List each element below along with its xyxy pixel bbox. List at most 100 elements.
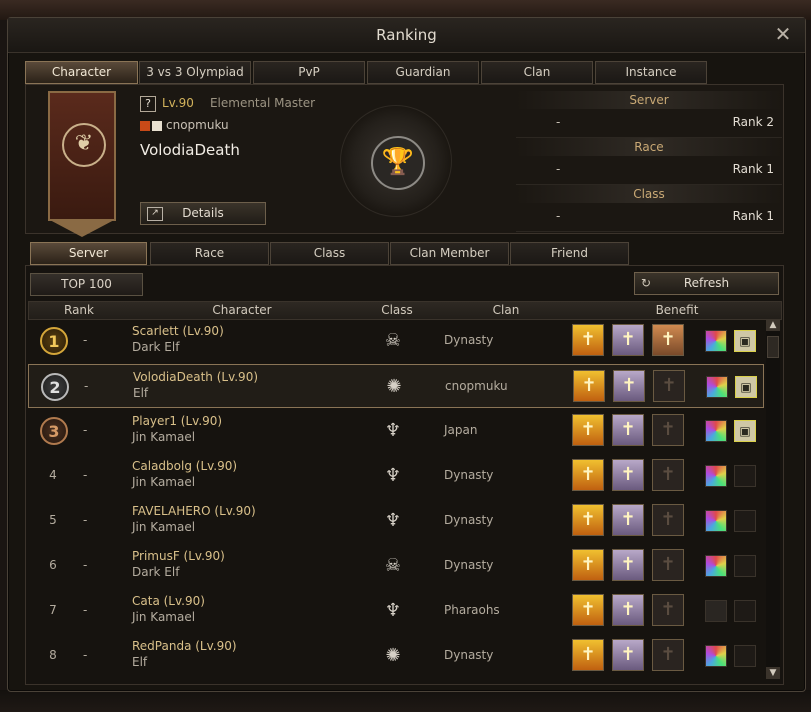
refresh-label: Refresh [683,276,730,290]
tab-character[interactable]: Character [25,61,138,84]
tab-friend[interactable]: Friend [510,242,629,265]
trophy-emblem: 🏆 [340,105,452,217]
table-row[interactable]: 2- VolodiaDeath (Lv.90) Elf ✺ cnopmuku ✝ ✝ ✝ ▣ [28,364,764,408]
ranking-rows: 1- Scarlett (Lv.90) Dark Elf ☠ Dynasty ✝ ✝ ✝ ▣ 2-… [28,319,764,679]
shield-benefit-icon[interactable]: ✝ [652,504,684,536]
demon-crest-icon: ♆ [384,465,402,486]
table-row[interactable]: 4- Caladbolg (Lv.90) Jin Kamael ♆ Dynasty ✝ ✝ ✝ [28,454,764,498]
details-button[interactable]: ↗ Details [140,202,266,225]
shield-benefit-icon[interactable]: ✝ [653,370,685,402]
scroll-down-icon[interactable]: ▼ [766,667,780,679]
gift-box-icon[interactable] [734,465,756,487]
table-row[interactable]: 5- FAVELAHERO (Lv.90) Jin Kamael ♆ Dynasty ✝ ✝… [28,499,764,543]
table-row[interactable]: 8- RedPanda (Lv.90) Elf ✺ Dynasty ✝ ✝ ✝ [28,634,764,678]
sword-benefit-icon[interactable]: ✝ [572,414,604,446]
top100-button[interactable]: TOP 100 [30,273,143,296]
gem-icon[interactable] [705,465,727,487]
tab-class[interactable]: Class [270,242,389,265]
character-name: Scarlett (Lv.90) [132,324,224,338]
sword-benefit-icon[interactable]: ✝ [572,549,604,581]
gem-icon[interactable] [705,420,727,442]
tab-instance[interactable]: Instance [595,61,707,84]
shield-benefit-icon[interactable]: ✝ [652,594,684,626]
sword-benefit-icon[interactable]: ✝ [572,639,604,671]
tab-pvp[interactable]: PvP [253,61,365,84]
gift-box-icon[interactable] [734,645,756,667]
tab-clan-member[interactable]: Clan Member [390,242,509,265]
gift-box-icon[interactable] [734,600,756,622]
shield-benefit-icon[interactable]: ✝ [652,459,684,491]
scroll-up-icon[interactable]: ▲ [766,319,780,331]
table-row[interactable]: 1- Scarlett (Lv.90) Dark Elf ☠ Dynasty ✝ ✝ ✝ ▣ [28,319,764,363]
sword-benefit-icon[interactable]: ✝ [612,639,644,671]
rank-change: - [83,333,88,347]
rank-number: 5 [49,513,57,527]
character-race: Jin Kamael [132,475,196,489]
rank-change: - [83,468,88,482]
gem-icon[interactable] [705,600,727,622]
gem-icon[interactable] [705,645,727,667]
rank-summary: Server - Rank 2 Race - Rank 1 Class - Ra… [516,91,782,232]
gift-box-icon[interactable]: ▣ [735,376,757,398]
profile-clan: cnopmuku [166,118,229,132]
clan-name: Dynasty [444,333,494,347]
gem-icon[interactable] [706,376,728,398]
tab-clan[interactable]: Clan [481,61,593,84]
refresh-button[interactable]: ↻ Refresh [634,272,779,295]
ranking-list-panel: TOP 100 ↻ Refresh Rank Character Class C… [25,265,784,685]
table-row[interactable]: 3- Player1 (Lv.90) Jin Kamael ♆ Japan ✝ ✝ ✝ ▣ [28,409,764,453]
gem-icon[interactable] [705,510,727,532]
gem-icon[interactable] [705,555,727,577]
help-icon[interactable]: ? [140,96,156,112]
sword-benefit-icon[interactable]: ✝ [613,370,645,402]
table-row[interactable]: 7- Cata (Lv.90) Jin Kamael ♆ Pharaohs ✝ ✝ ✝ [28,589,764,633]
table-row[interactable]: 6- PrimusF (Lv.90) Dark Elf ☠ Dynasty ✝ ✝ ✝ [28,544,764,588]
sword-benefit-icon[interactable]: ✝ [612,324,644,356]
tab-race[interactable]: Race [150,242,269,265]
scrollbar[interactable]: ▲ ▼ [766,319,780,679]
col-character: Character [212,303,272,317]
game-hotbar-strip [0,690,811,712]
sword-benefit-icon[interactable]: ✝ [572,324,604,356]
stat-row-server: - Rank 2 [516,109,782,138]
server-rank: Rank 2 [732,115,774,129]
rank-change: - [83,558,88,572]
shield-benefit-icon[interactable]: ✝ [652,639,684,671]
clan-banner: ❦ [48,91,116,237]
tab-olympiad[interactable]: 3 vs 3 Olympiad [139,61,251,84]
gift-box-icon[interactable]: ▣ [734,420,756,442]
close-icon[interactable]: ✕ [773,24,793,44]
race-rank: Rank 1 [732,162,774,176]
character-race: Jin Kamael [132,610,196,624]
sword-benefit-icon[interactable]: ✝ [612,504,644,536]
sword-benefit-icon[interactable]: ✝ [572,504,604,536]
shield-benefit-icon[interactable]: ✝ [652,414,684,446]
sword-benefit-icon[interactable]: ✝ [572,459,604,491]
sword-benefit-icon[interactable]: ✝ [612,594,644,626]
sword-benefit-icon[interactable]: ✝ [612,414,644,446]
gift-box-icon[interactable] [734,510,756,532]
title-bar[interactable]: Ranking ✕ [8,18,805,53]
sword-benefit-icon[interactable]: ✝ [572,594,604,626]
gift-box-icon[interactable] [734,555,756,577]
demon-crest-icon: ♆ [384,420,402,441]
gem-icon[interactable] [705,330,727,352]
clan-name: Japan [444,423,478,437]
shield-benefit-icon[interactable]: ✝ [652,549,684,581]
tab-server[interactable]: Server [30,242,147,265]
sun-crest-icon: ✺ [386,376,402,397]
sword-benefit-icon[interactable]: ✝ [612,549,644,581]
gift-box-icon[interactable]: ▣ [734,330,756,352]
ranking-window: Ranking ✕ Character 3 vs 3 Olympiad PvP … [7,17,806,692]
character-race: Elf [132,655,148,669]
stat-header-class: Class [516,185,782,203]
scroll-thumb[interactable] [767,336,779,358]
sword-benefit-icon[interactable]: ✝ [573,370,605,402]
sword-benefit-icon[interactable]: ✝ [612,459,644,491]
stat-header-race: Race [516,138,782,156]
shield-benefit-icon[interactable]: ✝ [652,324,684,356]
character-race: Jin Kamael [132,430,196,444]
silver-medal-icon: 2 [41,373,69,401]
col-rank: Rank [64,303,94,317]
tab-guardian[interactable]: Guardian [367,61,479,84]
